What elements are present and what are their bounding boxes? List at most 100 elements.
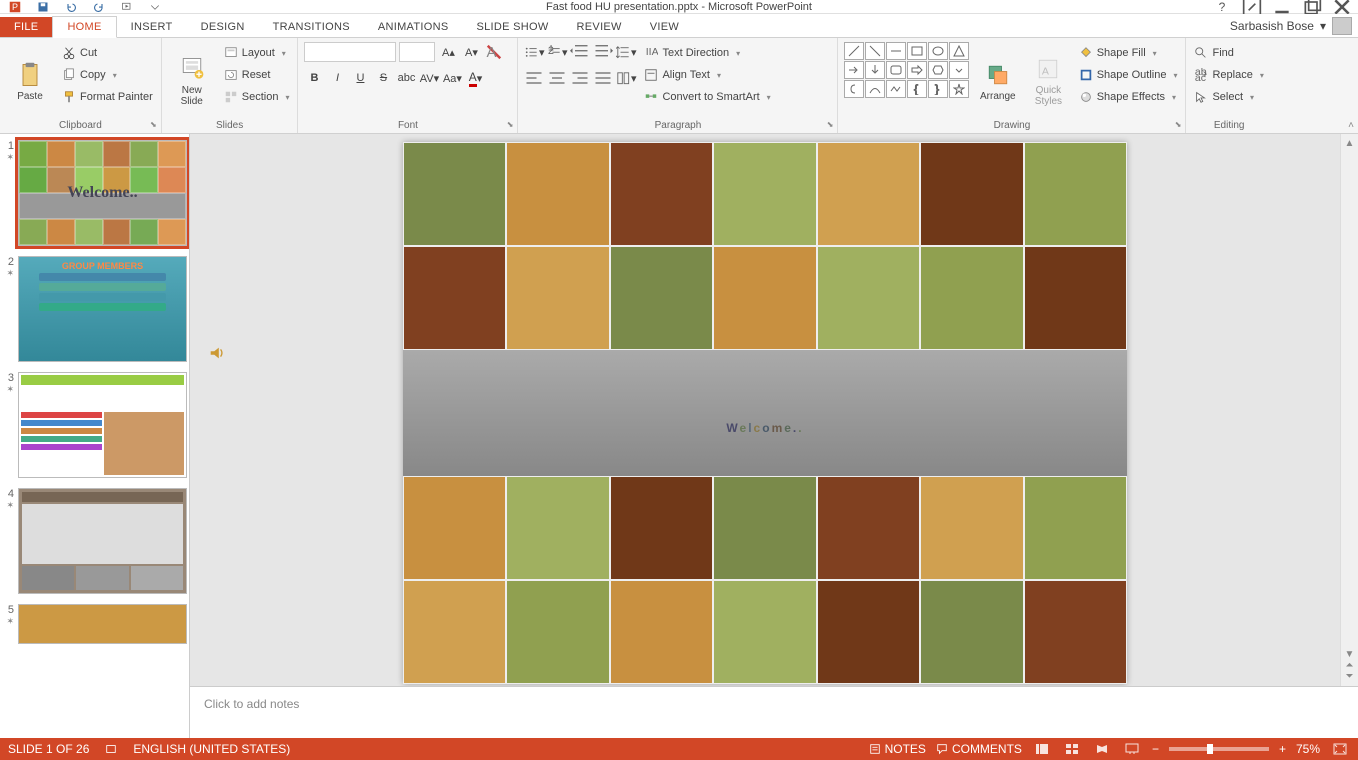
line-spacing-button[interactable]: ▾ — [616, 42, 636, 62]
language-indicator[interactable]: ENGLISH (UNITED STATES) — [133, 742, 290, 756]
tab-file[interactable]: FILE — [0, 17, 52, 37]
bullets-button[interactable]: ▾ — [524, 42, 544, 62]
tab-home[interactable]: HOME — [52, 16, 116, 38]
save-icon[interactable] — [32, 1, 54, 13]
new-slide-button[interactable]: New Slide — [168, 42, 216, 120]
layout-button[interactable]: Layout▾ — [222, 42, 292, 64]
spellcheck-icon[interactable] — [105, 743, 117, 755]
thumbnail-2[interactable]: 2✶ GROUP MEMBERS — [2, 256, 187, 362]
align-left-button[interactable] — [524, 68, 544, 88]
thumbnail-image[interactable] — [18, 604, 187, 644]
tab-insert[interactable]: INSERT — [117, 17, 187, 37]
font-size-input[interactable] — [399, 42, 435, 62]
clear-formatting-icon[interactable]: A — [484, 42, 504, 62]
increase-indent-button[interactable] — [593, 42, 613, 62]
prev-slide-icon[interactable]: ⏶ — [1346, 660, 1354, 671]
zoom-in-icon[interactable]: + — [1279, 742, 1286, 756]
find-button[interactable]: Find — [1192, 42, 1265, 64]
shape-zigzag-icon[interactable] — [886, 80, 906, 98]
columns-button[interactable]: ▾ — [616, 68, 636, 88]
shape-arrow-block-icon[interactable] — [907, 61, 927, 79]
thumbnail-1[interactable]: 1✶ Welcome.. — [2, 140, 187, 246]
tab-transitions[interactable]: TRANSITIONS — [259, 17, 364, 37]
clipboard-group-label[interactable]: Clipboard — [6, 120, 155, 131]
powerpoint-icon[interactable]: P — [4, 1, 26, 13]
audio-icon[interactable] — [208, 344, 226, 362]
shape-outline-button[interactable]: Shape Outline▾ — [1077, 64, 1180, 86]
thumbnail-image[interactable] — [18, 488, 187, 594]
zoom-out-icon[interactable]: − — [1152, 742, 1159, 756]
shape-star-icon[interactable] — [949, 80, 969, 98]
paragraph-group-label[interactable]: Paragraph — [524, 120, 831, 131]
format-painter-button[interactable]: Format Painter — [60, 86, 155, 108]
shape-roundrect-icon[interactable] — [886, 61, 906, 79]
strikethrough-button[interactable]: S — [373, 68, 393, 88]
start-from-beginning-icon[interactable] — [116, 1, 138, 13]
fit-to-window-icon[interactable] — [1330, 741, 1350, 757]
thumbnail-3[interactable]: 3✶ — [2, 372, 187, 478]
tab-review[interactable]: REVIEW — [563, 17, 636, 37]
justify-button[interactable] — [593, 68, 613, 88]
change-case-button[interactable]: Aa▾ — [442, 68, 462, 88]
paste-button[interactable]: Paste — [6, 42, 54, 120]
bold-button[interactable]: B — [304, 68, 324, 88]
minimize-icon[interactable] — [1272, 1, 1292, 13]
thumbnail-5[interactable]: 5✶ — [2, 604, 187, 644]
notes-toggle[interactable]: NOTES — [869, 742, 926, 756]
slide-sorter-view-icon[interactable] — [1062, 741, 1082, 757]
shape-hexagon-icon[interactable] — [928, 61, 948, 79]
shape-brace-l-icon[interactable]: { — [907, 80, 927, 98]
shape-more-icon[interactable] — [949, 61, 969, 79]
drawing-group-label[interactable]: Drawing — [844, 120, 1179, 131]
shape-bracket-l-icon[interactable] — [844, 80, 864, 98]
shape-arrow-d-icon[interactable] — [865, 61, 885, 79]
align-center-button[interactable] — [547, 68, 567, 88]
tab-slideshow[interactable]: SLIDE SHOW — [462, 17, 562, 37]
thumbnail-image[interactable]: Welcome.. — [18, 140, 187, 246]
shape-rect-icon[interactable] — [907, 42, 927, 60]
decrease-indent-button[interactable] — [570, 42, 590, 62]
convert-smartart-button[interactable]: Convert to SmartArt▾ — [642, 86, 772, 108]
font-group-label[interactable]: Font — [304, 120, 511, 131]
character-spacing-button[interactable]: AV▾ — [419, 68, 439, 88]
text-shadow-button[interactable]: abc — [396, 68, 416, 88]
slide-thumbnail-panel[interactable]: 1✶ Welcome.. 2✶ GROUP MEMBERS 3✶ 4✶ — [0, 134, 190, 738]
cut-button[interactable]: Cut — [60, 42, 155, 64]
undo-icon[interactable] — [60, 1, 82, 13]
next-slide-icon[interactable]: ⏷ — [1346, 671, 1354, 682]
arrange-button[interactable]: Arrange — [975, 42, 1020, 120]
zoom-level[interactable]: 75% — [1296, 742, 1320, 756]
ribbon-display-options-icon[interactable] — [1242, 1, 1262, 13]
copy-button[interactable]: Copy▾ — [60, 64, 155, 86]
align-right-button[interactable] — [570, 68, 590, 88]
account-menu[interactable]: Sarbasish Bose ▾ — [1230, 17, 1352, 35]
shape-fill-button[interactable]: Shape Fill▾ — [1077, 42, 1180, 64]
comments-toggle[interactable]: COMMENTS — [936, 742, 1022, 756]
slide-canvas-scroll[interactable]: Welcome.. — [190, 134, 1340, 686]
scroll-down-icon[interactable]: ▼ — [1345, 649, 1355, 660]
shape-curve-icon[interactable] — [865, 80, 885, 98]
shape-line2-icon[interactable] — [865, 42, 885, 60]
slideshow-view-icon[interactable] — [1122, 741, 1142, 757]
shape-oval-icon[interactable] — [928, 42, 948, 60]
zoom-slider-thumb[interactable] — [1207, 744, 1213, 754]
shape-line-icon[interactable] — [844, 42, 864, 60]
shapes-gallery[interactable]: { } — [844, 42, 969, 120]
increase-font-icon[interactable]: A▴ — [438, 42, 458, 62]
scroll-up-icon[interactable]: ▲ — [1345, 138, 1355, 149]
font-color-button[interactable]: A▾ — [465, 68, 485, 88]
slide-canvas[interactable]: Welcome.. — [403, 142, 1127, 684]
qat-customize-icon[interactable] — [144, 1, 166, 13]
collapse-ribbon-icon[interactable]: ˄ — [1348, 120, 1354, 131]
help-icon[interactable]: ? — [1212, 1, 1232, 13]
tab-design[interactable]: DESIGN — [187, 17, 259, 37]
shape-arrow-r-icon[interactable] — [844, 61, 864, 79]
select-button[interactable]: Select▾ — [1192, 86, 1265, 108]
text-direction-button[interactable]: IIAText Direction▾ — [642, 42, 772, 64]
tab-animations[interactable]: ANIMATIONS — [364, 17, 463, 37]
numbering-button[interactable]: 12▾ — [547, 42, 567, 62]
section-button[interactable]: Section▾ — [222, 86, 292, 108]
quick-styles-button[interactable]: A Quick Styles — [1026, 42, 1071, 120]
shape-triangle-icon[interactable] — [949, 42, 969, 60]
tab-view[interactable]: VIEW — [636, 17, 693, 37]
